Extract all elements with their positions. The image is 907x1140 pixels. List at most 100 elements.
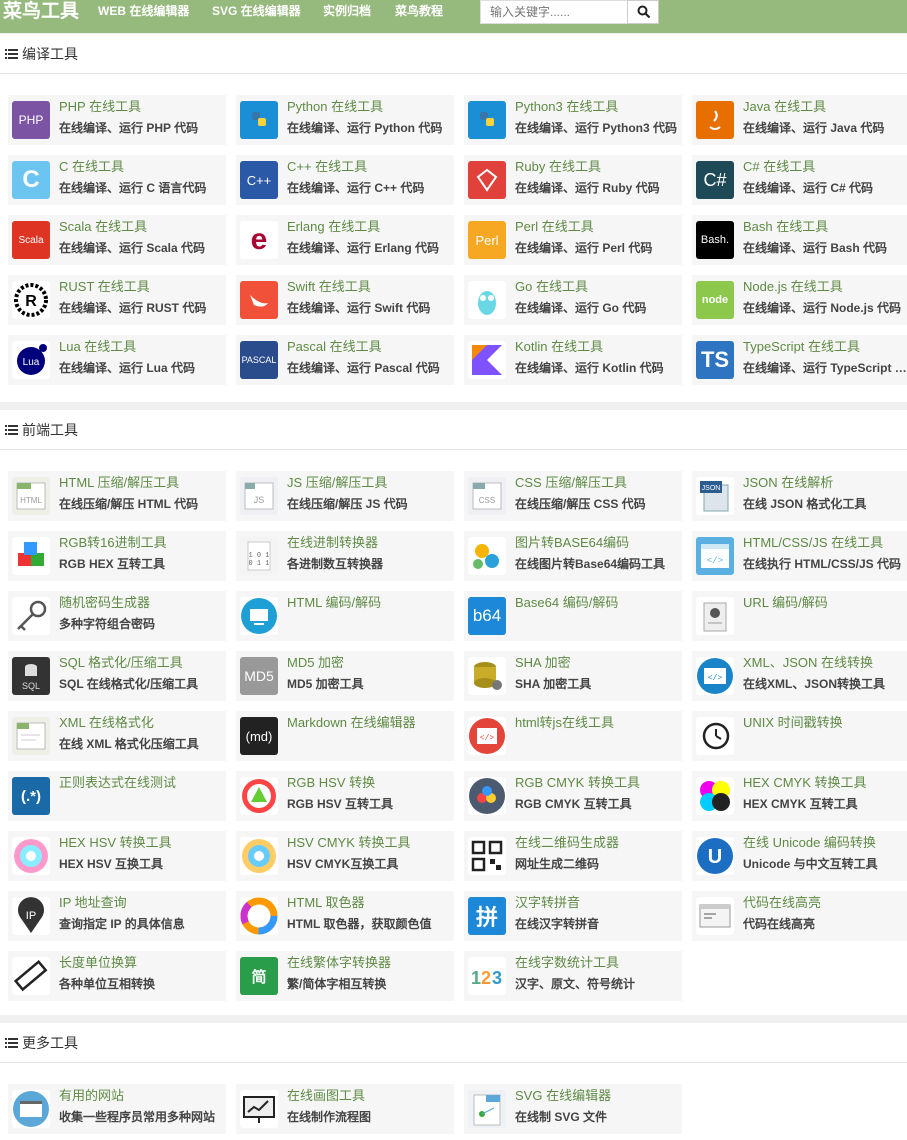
tool-title[interactable]: HEX HSV 转换工具 <box>59 835 224 851</box>
tool-title[interactable]: C++ 在线工具 <box>287 159 452 175</box>
tool-card[interactable]: e Erlang 在线工具 在线编译、运行 Erlang 代码 <box>236 215 454 265</box>
tool-title[interactable]: Node.js 在线工具 <box>743 279 907 295</box>
tool-card[interactable]: 图片转BASE64编码 在线图片转Base64编码工具 <box>464 531 682 581</box>
tool-title[interactable]: 在线画图工具 <box>287 1088 452 1104</box>
tool-card[interactable]: HTML 取色器 HTML 取色器，获取颜色值 <box>236 891 454 941</box>
tool-card[interactable]: Go 在线工具 在线编译、运行 Go 代码 <box>464 275 682 325</box>
tool-card[interactable]: Lua Lua 在线工具 在线编译、运行 Lua 代码 <box>8 335 226 385</box>
tool-card[interactable]: HSV CMYK 转换工具 HSV CMYK互换工具 <box>236 831 454 881</box>
tool-title[interactable]: Scala 在线工具 <box>59 219 224 235</box>
tool-card[interactable]: Python3 在线工具 在线编译、运行 Python3 代码 <box>464 95 682 145</box>
tool-card[interactable]: Kotlin 在线工具 在线编译、运行 Kotlin 代码 <box>464 335 682 385</box>
tool-card[interactable]: Bash. Bash 在线工具 在线编译、运行 Bash 代码 <box>692 215 907 265</box>
tool-title[interactable]: Python3 在线工具 <box>515 99 680 115</box>
tool-title[interactable]: 代码在线高亮 <box>743 895 907 911</box>
tool-title[interactable]: SHA 加密 <box>515 655 680 671</box>
tool-title[interactable]: 图片转BASE64编码 <box>515 535 680 551</box>
search-button[interactable] <box>627 0 659 24</box>
tool-title[interactable]: RGB HSV 转换 <box>287 775 452 791</box>
tool-card[interactable]: XML 在线格式化 在线 XML 格式化压缩工具 <box>8 711 226 761</box>
tool-card[interactable]: C# C# 在线工具 在线编译、运行 C# 代码 <box>692 155 907 205</box>
tool-title[interactable]: CSS 压缩/解压工具 <box>515 475 680 491</box>
tool-card[interactable]: UNIX 时间戳转换 <box>692 711 907 761</box>
tool-card[interactable]: </> HTML/CSS/JS 在线工具 在线执行 HTML/CSS/JS 代码 <box>692 531 907 581</box>
tool-title[interactable]: HSV CMYK 转换工具 <box>287 835 452 851</box>
tool-card[interactable]: HEX HSV 转换工具 HEX HSV 互换工具 <box>8 831 226 881</box>
tool-title[interactable]: 在线二维码生成器 <box>515 835 680 851</box>
tool-title[interactable]: JSON 在线解析 <box>743 475 907 491</box>
tool-title[interactable]: 长度单位换算 <box>59 955 224 971</box>
tool-card[interactable]: 拼汉字转拼音 在线汉字转拼音 <box>464 891 682 941</box>
tool-card[interactable]: (md) Markdown 在线编辑器 <box>236 711 454 761</box>
tool-card[interactable]: </> XML、JSON 在线转换 在线XML、JSON转换工具 <box>692 651 907 701</box>
tool-card[interactable]: SVG 在线编辑器 在线制 SVG 文件 <box>464 1084 682 1134</box>
tool-title[interactable]: MD5 加密 <box>287 655 452 671</box>
tool-title[interactable]: Erlang 在线工具 <box>287 219 452 235</box>
tool-title[interactable]: HTML 编码/解码 <box>287 595 452 611</box>
tool-title[interactable]: 汉字转拼音 <box>515 895 680 911</box>
tool-title[interactable]: IP 地址查询 <box>59 895 224 911</box>
tool-card[interactable]: SQL SQL 格式化/压缩工具 SQL 在线格式化/压缩工具 <box>8 651 226 701</box>
tool-title[interactable]: SQL 格式化/压缩工具 <box>59 655 224 671</box>
tool-title[interactable]: Swift 在线工具 <box>287 279 452 295</box>
tool-title[interactable]: PHP 在线工具 <box>59 99 224 115</box>
tool-card[interactable]: 1 0 10 1 1 在线进制转换器 各进制数互转换器 <box>236 531 454 581</box>
tool-card[interactable]: (.*) 正则表达式在线测试 <box>8 771 226 821</box>
tool-card[interactable]: RGB HSV 转换 RGB HSV 互转工具 <box>236 771 454 821</box>
tool-title[interactable]: RGB CMYK 转换工具 <box>515 775 680 791</box>
tool-card[interactable]: C++ C++ 在线工具 在线编译、运行 C++ 代码 <box>236 155 454 205</box>
tool-title[interactable]: XML、JSON 在线转换 <box>743 655 907 671</box>
tool-title[interactable]: SVG 在线编辑器 <box>515 1088 680 1104</box>
tool-card[interactable]: 长度单位换算 各种单位互相转换 <box>8 951 226 1001</box>
tool-title[interactable]: Python 在线工具 <box>287 99 452 115</box>
nav-examples-archive[interactable]: 实例归档 <box>323 4 371 18</box>
tool-card[interactable]: Ruby 在线工具 在线编译、运行 Ruby 代码 <box>464 155 682 205</box>
tool-card[interactable]: JSON JSON 在线解析 在线 JSON 格式化工具 <box>692 471 907 521</box>
tool-card[interactable]: 1 2 3 在线字数统计工具 汉字、原文、符号统计 <box>464 951 682 1001</box>
nav-svg-editor[interactable]: SVG 在线编辑器 <box>212 4 301 18</box>
tool-card[interactable]: IP IP 地址查询 查询指定 IP 的具体信息 <box>8 891 226 941</box>
tool-title[interactable]: 随机密码生成器 <box>59 595 224 611</box>
tool-card[interactable]: HTML 编码/解码 <box>236 591 454 641</box>
tool-card[interactable]: 在线画图工具 在线制作流程图 <box>236 1084 454 1134</box>
tool-card[interactable]: SHA 加密 SHA 加密工具 <box>464 651 682 701</box>
tool-card[interactable]: HEX CMYK 转换工具 HEX CMYK 互转工具 <box>692 771 907 821</box>
tool-title[interactable]: C 在线工具 <box>59 159 224 175</box>
tool-card[interactable]: PASCAL Pascal 在线工具 在线编译、运行 Pascal 代码 <box>236 335 454 385</box>
tool-card[interactable]: HTML HTML 压缩/解压工具 在线压缩/解压 HTML 代码 <box>8 471 226 521</box>
tool-title[interactable]: Ruby 在线工具 <box>515 159 680 175</box>
tool-title[interactable]: 正则表达式在线测试 <box>59 775 224 791</box>
tool-card[interactable]: Java 在线工具 在线编译、运行 Java 代码 <box>692 95 907 145</box>
tool-title[interactable]: 有用的网站 <box>59 1088 224 1104</box>
tool-title[interactable]: JS 压缩/解压工具 <box>287 475 452 491</box>
tool-title[interactable]: 在线繁体字转换器 <box>287 955 452 971</box>
tool-card[interactable]: C C 在线工具 在线编译、运行 C 语言代码 <box>8 155 226 205</box>
tool-title[interactable]: Lua 在线工具 <box>59 339 224 355</box>
tool-title[interactable]: XML 在线格式化 <box>59 715 224 731</box>
tool-card[interactable]: RGB CMYK 转换工具 RGB CMYK 互转工具 <box>464 771 682 821</box>
tool-title[interactable]: Markdown 在线编辑器 <box>287 715 452 731</box>
tool-title[interactable]: Java 在线工具 <box>743 99 907 115</box>
tool-title[interactable]: UNIX 时间戳转换 <box>743 715 907 731</box>
tool-card[interactable]: 代码在线高亮 代码在线高亮 <box>692 891 907 941</box>
tool-title[interactable]: URL 编码/解码 <box>743 595 907 611</box>
tool-title[interactable]: Pascal 在线工具 <box>287 339 452 355</box>
tool-title[interactable]: HTML 压缩/解压工具 <box>59 475 224 491</box>
tool-title[interactable]: Bash 在线工具 <box>743 219 907 235</box>
tool-card[interactable]: Perl Perl 在线工具 在线编译、运行 Perl 代码 <box>464 215 682 265</box>
tool-card[interactable]: CSS CSS 压缩/解压工具 在线压缩/解压 CSS 代码 <box>464 471 682 521</box>
tool-title[interactable]: HTML 取色器 <box>287 895 452 911</box>
tool-title[interactable]: TypeScript 在线工具 <box>743 339 907 355</box>
nav-web-editor[interactable]: WEB 在线编辑器 <box>98 4 189 18</box>
tool-card[interactable]: PHP PHP 在线工具 在线编译、运行 PHP 代码 <box>8 95 226 145</box>
tool-card[interactable]: MD5 MD5 加密 MD5 加密工具 <box>236 651 454 701</box>
tool-title[interactable]: 在线进制转换器 <box>287 535 452 551</box>
tool-title[interactable]: 在线 Unicode 编码转换 <box>743 835 907 851</box>
nav-tutorials[interactable]: 菜鸟教程 <box>395 4 443 18</box>
tool-card[interactable]: 随机密码生成器 多种字符组合密码 <box>8 591 226 641</box>
tool-card[interactable]: b64 Base64 编码/解码 <box>464 591 682 641</box>
tool-card[interactable]: URL 编码/解码 <box>692 591 907 641</box>
tool-title[interactable]: RUST 在线工具 <box>59 279 224 295</box>
site-logo[interactable]: 菜鸟工具 <box>3 1 79 23</box>
tool-card[interactable]: Python 在线工具 在线编译、运行 Python 代码 <box>236 95 454 145</box>
